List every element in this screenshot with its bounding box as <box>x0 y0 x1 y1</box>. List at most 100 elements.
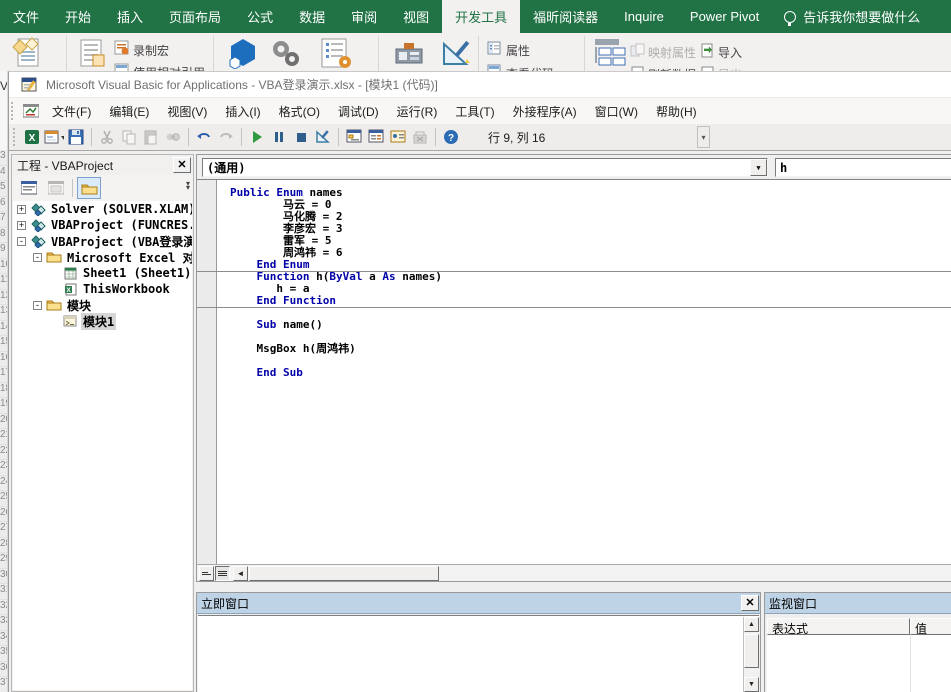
menu-工具[interactable]: 工具(T) <box>446 99 503 124</box>
run-icon[interactable] <box>247 127 267 147</box>
copy-icon[interactable] <box>119 127 139 147</box>
properties-label[interactable]: 属性 <box>506 42 530 59</box>
code-line-14[interactable]: MsgBox h(周鸿祎) <box>218 343 951 355</box>
excel-tab-插入[interactable]: 插入 <box>104 0 156 33</box>
immediate-close-button[interactable]: ✕ <box>741 595 759 611</box>
view-object-button[interactable] <box>44 177 68 199</box>
reset-icon[interactable] <box>291 127 311 147</box>
project-toolbar-overflow[interactable]: ▾ ▾ <box>186 180 190 192</box>
project-explorer-close-button[interactable]: ✕ <box>173 157 191 173</box>
full-module-view-button[interactable] <box>215 566 230 581</box>
procedure-view-button[interactable] <box>199 566 214 581</box>
excel-tab-文件[interactable]: 文件 <box>0 0 52 33</box>
menu-调试[interactable]: 调试(D) <box>329 99 388 124</box>
map-properties-icon[interactable] <box>630 43 645 58</box>
break-icon[interactable] <box>269 127 289 147</box>
menu-帮助[interactable]: 帮助(H) <box>647 99 706 124</box>
code-line-12[interactable]: Sub name() <box>218 319 951 331</box>
menu-文件[interactable]: 文件(F) <box>43 99 100 124</box>
redo-icon[interactable] <box>216 127 236 147</box>
toolbar-grip[interactable] <box>13 128 18 146</box>
watch-content[interactable] <box>767 635 951 692</box>
menu-编辑[interactable]: 编辑(E) <box>100 99 158 124</box>
code-horizontal-scrollbar[interactable]: ◄ <box>197 564 951 581</box>
com-addins-icon[interactable] <box>318 37 354 69</box>
module-window-icon[interactable] <box>23 104 39 118</box>
menu-插入[interactable]: 插入(I) <box>216 99 269 124</box>
menu-格式[interactable]: 格式(O) <box>270 99 329 124</box>
excel-tab-开始[interactable]: 开始 <box>52 0 104 33</box>
menu-窗口[interactable]: 窗口(W) <box>586 99 647 124</box>
xml-source-icon[interactable] <box>593 37 627 69</box>
collapse-toggle-icon[interactable]: - <box>33 300 42 310</box>
immediate-scrollbar[interactable]: ▲ ▼ <box>743 617 759 692</box>
code-line-11[interactable] <box>218 307 951 319</box>
toolbox-icon[interactable] <box>410 127 430 147</box>
menu-外接程序[interactable]: 外接程序(A) <box>504 99 586 124</box>
watch-title-bar[interactable]: 监视窗口 <box>765 593 951 614</box>
save-icon[interactable] <box>66 127 86 147</box>
code-margin-indicator-bar[interactable] <box>197 180 217 564</box>
undo-icon[interactable] <box>194 127 214 147</box>
code-line-15[interactable] <box>218 355 951 367</box>
excel-tab-开发工具[interactable]: 开发工具 <box>442 0 521 33</box>
menu-视图[interactable]: 视图(V) <box>158 99 216 124</box>
record-macro-label[interactable]: 录制宏 <box>133 42 169 59</box>
excel-tab-视图[interactable]: 视图 <box>390 0 442 33</box>
menu-运行[interactable]: 运行(R) <box>388 99 447 124</box>
import-icon[interactable] <box>700 43 715 58</box>
insert-userform-icon[interactable] <box>44 127 64 147</box>
tree-item-3[interactable]: - Microsoft Excel 对象 <box>13 249 192 265</box>
insert-controls-icon[interactable] <box>394 39 424 67</box>
project-explorer-icon[interactable] <box>344 127 364 147</box>
paste-icon[interactable] <box>141 127 161 147</box>
watch-column-expression[interactable]: 表达式 <box>767 618 910 635</box>
vba-title-bar[interactable]: Microsoft Visual Basic for Applications … <box>9 72 951 98</box>
design-mode-icon[interactable] <box>313 127 333 147</box>
horizontal-scroll-thumb[interactable] <box>249 566 439 581</box>
excel-tab-公式[interactable]: 公式 <box>234 0 286 33</box>
watch-column-value[interactable]: 值 <box>910 618 951 635</box>
cut-icon[interactable] <box>97 127 117 147</box>
code-line-16[interactable]: End Sub <box>218 367 951 379</box>
expand-toggle-icon[interactable]: + <box>17 220 26 230</box>
tell-me-box[interactable]: 告诉我你想要做什么 <box>772 0 932 33</box>
view-code-button[interactable] <box>17 177 41 199</box>
code-line-8[interactable]: Function h(ByVal a As names) <box>218 271 951 283</box>
expand-toggle-icon[interactable]: + <box>17 204 26 214</box>
properties-icon[interactable] <box>487 41 502 56</box>
excel-tab-页面布局[interactable]: 页面布局 <box>156 0 234 33</box>
relative-refs-icon[interactable] <box>114 63 130 71</box>
toolbar-overflow-button[interactable]: ▾ <box>697 126 710 148</box>
properties-window-icon[interactable] <box>366 127 386 147</box>
tree-item-2[interactable]: - VBAProject (VBA登录演示.xlsx) <box>13 233 192 249</box>
record-macro-icon[interactable] <box>114 40 130 56</box>
immediate-title-bar[interactable]: 立即窗口 ✕ <box>197 593 760 614</box>
tree-item-6[interactable]: - 模块 <box>13 297 192 313</box>
object-dropdown-arrow-icon[interactable]: ▼ <box>750 159 767 176</box>
code-line-10[interactable]: End Function <box>218 295 951 307</box>
collapse-toggle-icon[interactable]: - <box>17 236 26 246</box>
scroll-left-arrow-icon[interactable]: ◄ <box>233 566 248 581</box>
addins-icon[interactable] <box>226 37 260 69</box>
excel-tab-福昕阅读器[interactable]: 福昕阅读器 <box>520 0 611 33</box>
tree-item-4[interactable]: Sheet1 (Sheet1) <box>13 265 192 281</box>
find-icon[interactable] <box>163 127 183 147</box>
tree-item-1[interactable]: + VBAProject (FUNCRES.XLAM) <box>13 217 192 233</box>
excel-addins-icon[interactable] <box>268 37 302 69</box>
object-browser-icon[interactable] <box>388 127 408 147</box>
object-dropdown[interactable]: (通用) ▼ <box>202 158 768 177</box>
visual-basic-icon[interactable] <box>12 37 44 69</box>
code-text[interactable]: Public Enum names 马云 = 0 马化腾 = 2 李彦宏 = 3… <box>218 187 951 379</box>
view-code-icon[interactable] <box>487 64 502 71</box>
menu-grip[interactable] <box>11 102 16 120</box>
help-icon[interactable]: ? <box>441 127 461 147</box>
excel-view-icon[interactable]: X <box>22 127 42 147</box>
scroll-down-arrow-icon[interactable]: ▼ <box>744 677 759 692</box>
toggle-folders-button[interactable] <box>77 177 101 199</box>
collapse-toggle-icon[interactable]: - <box>33 252 42 262</box>
excel-tab-数据[interactable]: 数据 <box>286 0 338 33</box>
tree-item-0[interactable]: + Solver (SOLVER.XLAM) <box>13 201 192 217</box>
excel-tab-Power Pivot[interactable]: Power Pivot <box>677 0 772 33</box>
immediate-content[interactable]: ▲ ▼ <box>198 615 759 692</box>
